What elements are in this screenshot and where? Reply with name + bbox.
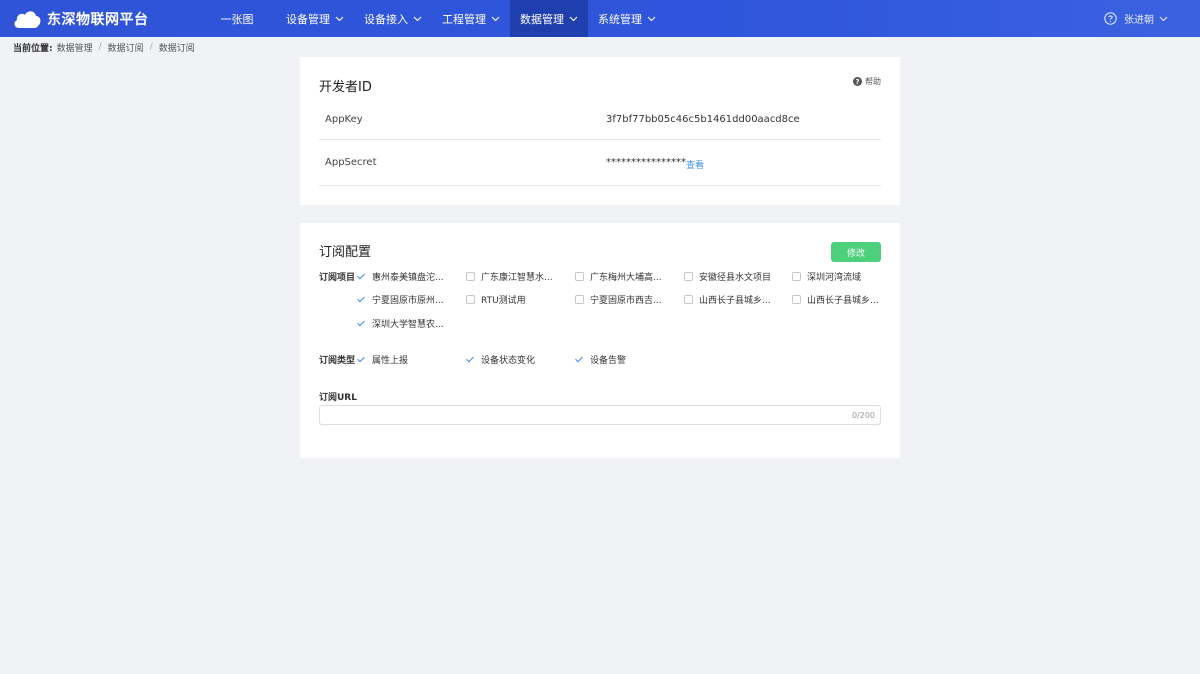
chevron-down-icon [491,16,500,21]
checkbox-icon[interactable] [466,272,475,281]
type-label: 设备状态变化 [481,356,536,366]
top-navigation-bar: 东深物联网平台 一张图 设备管理 设备接入 工程管理 数据管理 系统管理 张进朝 [0,0,1200,37]
project-checkbox[interactable]: 深圳河湾流域 [792,270,861,283]
project-label: 宁夏固原市原州... [372,296,444,306]
type-checkbox[interactable]: 属性上报 [357,353,408,366]
nav-item-system-management[interactable]: 系统管理 [588,0,666,37]
help-circle-icon[interactable] [1104,12,1117,25]
breadcrumb-item[interactable]: 数据订阅 [108,41,144,54]
project-checkbox[interactable]: 深圳大学智慧农... [357,317,444,330]
cloud-logo-icon [14,11,41,28]
nav-item-label: 设备管理 [286,12,330,26]
project-checkbox[interactable]: 山西长子县城乡... [684,293,771,306]
breadcrumb-separator: / [98,42,102,52]
type-checkbox[interactable]: 设备状态变化 [466,353,535,366]
help-link[interactable]: ? 帮助 [853,76,881,87]
project-label: 安徽径县水文项目 [699,273,772,283]
chevron-down-icon [647,16,656,21]
project-label: RTU测试用 [481,296,526,306]
types-label: 订阅类型 [319,356,356,366]
nav-item-project-management[interactable]: 工程管理 [432,0,510,37]
project-checkbox[interactable]: 山西长子县城乡... [792,293,879,306]
main-nav: 一张图 设备管理 设备接入 工程管理 数据管理 系统管理 [198,0,666,37]
breadcrumb-label: 当前位置: [13,43,53,54]
checkbox-icon[interactable] [575,295,584,304]
developer-id-title: 开发者ID [319,80,372,95]
checkbox-icon[interactable] [466,295,475,304]
project-label: 深圳河湾流域 [807,273,862,283]
checkbox-checked-icon[interactable] [575,355,584,364]
project-label: 广东梅州大埔高... [590,273,662,283]
chevron-down-icon [335,16,344,21]
url-char-counter: 0/200 [851,411,875,420]
nav-item-device-management[interactable]: 设备管理 [276,0,354,37]
view-secret-link[interactable]: 查看 [686,158,704,171]
checkbox-checked-icon[interactable] [357,355,366,364]
breadcrumb-item[interactable]: 数据管理 [57,41,93,54]
nav-item-label: 工程管理 [442,12,486,26]
project-checkbox[interactable]: 广东康江智慧水... [466,270,553,283]
breadcrumb: 当前位置: 数据管理 / 数据订阅 / 数据订阅 [13,41,195,54]
nav-item-label: 一张图 [220,12,254,26]
project-checkbox[interactable]: 宁夏固原市西吉... [575,293,662,306]
question-icon: ? [853,77,862,86]
project-checkbox[interactable]: 安徽径县水文项目 [684,270,771,283]
checkbox-checked-icon[interactable] [466,355,475,364]
chevron-down-icon [569,16,578,21]
nav-item-data-management[interactable]: 数据管理 [510,0,588,37]
type-checkbox[interactable]: 设备告警 [575,353,626,366]
app-secret-row: AppSecret **************** 查看 [319,140,881,186]
nav-item-label: 数据管理 [520,12,564,26]
breadcrumb-separator: / [149,42,153,52]
app-key-value: 3f7bf77bb05c46c5b1461dd00aacd8ce [606,114,800,125]
project-checkbox[interactable]: RTU测试用 [466,293,526,306]
checkbox-icon[interactable] [792,295,801,304]
help-label: 帮助 [865,77,881,86]
project-label: 深圳大学智慧农... [372,320,444,330]
chevron-down-icon [413,16,422,21]
project-label: 广东康江智慧水... [481,273,553,283]
project-label: 山西长子县城乡... [699,296,771,306]
breadcrumb-item: 数据订阅 [158,43,195,54]
checkbox-checked-icon[interactable] [357,319,366,328]
project-label: 山西长子县城乡... [807,296,879,306]
subscription-url-input[interactable]: 0/200 [319,405,881,425]
project-checkbox[interactable]: 宁夏固原市原州... [357,293,444,306]
nav-item-device-access[interactable]: 设备接入 [354,0,432,37]
app-key-label: AppKey [325,114,363,125]
project-label: 宁夏固原市西吉... [590,296,662,306]
project-label: 惠州泰美镇盘沱... [372,273,444,283]
project-checkbox[interactable]: 广东梅州大埔高... [575,270,662,283]
subscription-title: 订阅配置 [319,245,372,260]
logo[interactable]: 东深物联网平台 [12,7,149,31]
user-menu[interactable]: 张进朝 [1104,0,1168,37]
checkbox-checked-icon[interactable] [357,295,366,304]
checkbox-icon[interactable] [792,272,801,281]
type-label: 设备告警 [590,356,627,366]
subscription-config-card: 订阅配置 修改 订阅项目 惠州泰美镇盘沱... 广东康江智慧水... 广东梅州大… [300,223,900,458]
project-checkbox[interactable]: 惠州泰美镇盘沱... [357,270,444,283]
nav-item-label: 设备接入 [364,12,408,26]
app-secret-value: **************** [606,157,686,168]
type-label: 属性上报 [372,356,409,366]
user-name: 张进朝 [1124,15,1154,26]
developer-id-card: 开发者ID ? 帮助 AppKey 3f7bf77bb05c46c5b1461d… [300,57,900,205]
nav-item-label: 系统管理 [598,12,642,26]
nav-item-map[interactable]: 一张图 [198,0,276,37]
url-label: 订阅URL [319,393,357,403]
app-title: 东深物联网平台 [47,12,149,28]
app-secret-label: AppSecret [325,157,377,168]
chevron-down-icon [1159,16,1168,21]
checkbox-icon[interactable] [575,272,584,281]
app-key-row: AppKey 3f7bf77bb05c46c5b1461dd00aacd8ce [319,100,881,140]
checkbox-icon[interactable] [684,272,693,281]
checkbox-checked-icon[interactable] [357,272,366,281]
edit-button[interactable]: 修改 [831,242,881,262]
checkbox-icon[interactable] [684,295,693,304]
projects-label: 订阅项目 [319,273,356,283]
